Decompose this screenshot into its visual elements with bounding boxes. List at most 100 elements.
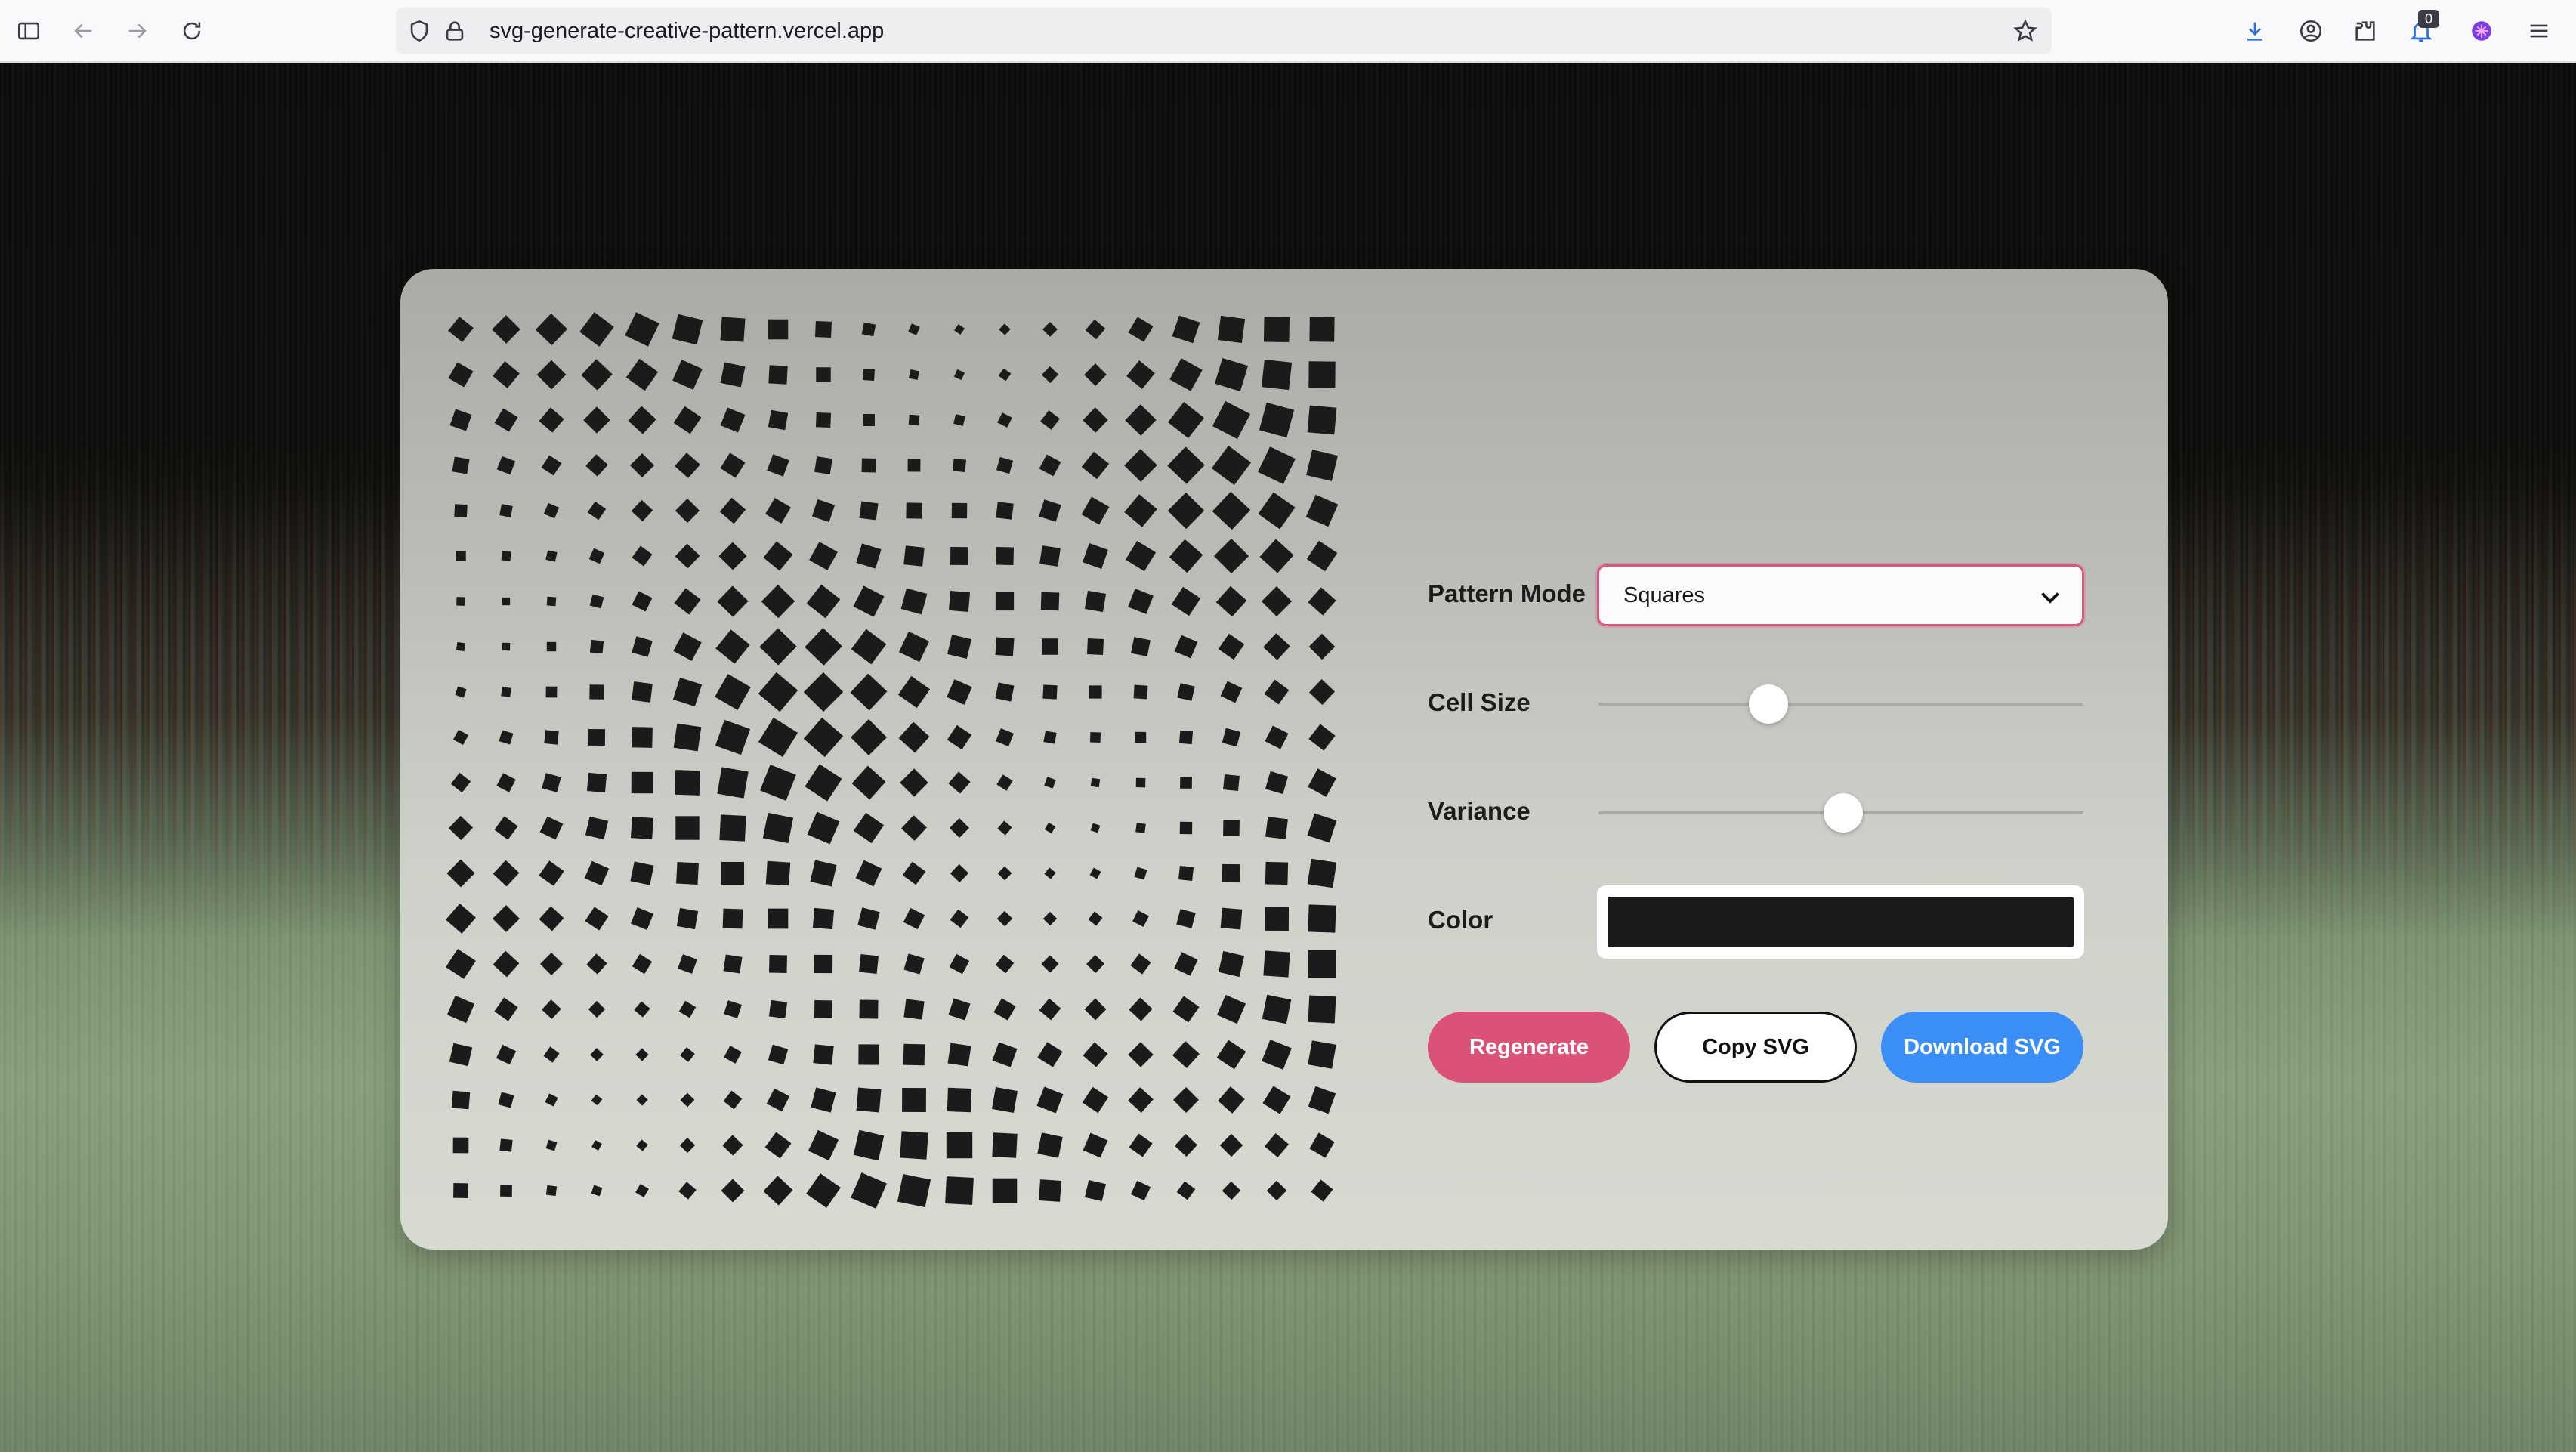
pattern-square xyxy=(630,861,654,885)
pattern-square xyxy=(1084,998,1107,1021)
pattern-square xyxy=(1039,454,1061,477)
pattern-square xyxy=(764,1132,792,1159)
pattern-square xyxy=(947,1087,972,1113)
pattern-square xyxy=(948,771,971,794)
copy-svg-button[interactable]: Copy SVG xyxy=(1654,1012,1857,1083)
pattern-square xyxy=(995,637,1015,656)
pattern-square xyxy=(1167,492,1205,530)
pattern-square xyxy=(493,905,520,932)
bookmark-star-icon[interactable] xyxy=(2009,15,2041,47)
variance-slider[interactable] xyxy=(1598,793,2083,833)
pattern-square xyxy=(1083,407,1108,433)
pattern-square xyxy=(502,642,511,651)
account-icon[interactable] xyxy=(2295,15,2327,47)
pattern-square xyxy=(1081,451,1110,480)
pattern-square xyxy=(998,368,1012,382)
pattern-square xyxy=(1213,538,1249,574)
pattern-square xyxy=(1084,590,1107,613)
cell-size-slider[interactable] xyxy=(1598,684,2083,724)
pattern-square xyxy=(629,453,655,478)
back-arrow-icon[interactable] xyxy=(67,15,99,47)
pattern-square xyxy=(951,502,968,519)
pattern-mode-select[interactable]: Squares xyxy=(1597,564,2084,626)
pattern-square xyxy=(857,907,880,930)
pattern-square xyxy=(494,816,518,840)
pattern-square xyxy=(586,953,607,975)
url-text[interactable]: svg-generate-creative-pattern.vercel.app xyxy=(490,19,884,44)
pattern-square xyxy=(996,502,1014,520)
pattern-square xyxy=(996,910,1013,927)
variance-slider-thumb[interactable] xyxy=(1824,793,1864,833)
color-picker[interactable] xyxy=(1597,885,2084,959)
download-svg-button[interactable]: Download SVG xyxy=(1881,1012,2083,1083)
pattern-square xyxy=(805,764,842,802)
pattern-square xyxy=(499,504,513,517)
pattern-square xyxy=(1083,543,1108,569)
pattern-square xyxy=(679,1137,696,1154)
pattern-square xyxy=(675,816,700,840)
pattern-square xyxy=(947,1043,971,1067)
pattern-square xyxy=(816,367,831,382)
regenerate-button[interactable]: Regenerate xyxy=(1428,1012,1630,1083)
extensions-icon[interactable] xyxy=(2349,15,2381,47)
pattern-square xyxy=(1125,540,1157,572)
pattern-square xyxy=(903,1043,925,1066)
pattern-square xyxy=(1308,724,1336,751)
pattern-square xyxy=(808,1129,839,1161)
pattern-square xyxy=(542,999,561,1019)
pattern-square xyxy=(1262,994,1292,1024)
pattern-square xyxy=(450,772,471,793)
menu-icon[interactable] xyxy=(2523,15,2555,47)
pattern-square xyxy=(494,408,518,432)
pattern-square xyxy=(1042,638,1058,655)
pattern-square xyxy=(766,1088,790,1112)
pattern-square xyxy=(452,456,470,474)
pattern-square xyxy=(768,319,789,340)
pattern-square xyxy=(1176,1181,1196,1200)
pattern-square xyxy=(446,904,476,934)
pattern-square xyxy=(1128,1087,1154,1113)
pattern-square xyxy=(1083,1042,1108,1067)
reload-icon[interactable] xyxy=(176,15,208,47)
download-icon[interactable] xyxy=(2239,15,2271,47)
pattern-square xyxy=(1308,633,1336,660)
pattern-square xyxy=(493,950,520,978)
shield-icon[interactable] xyxy=(403,15,435,47)
pattern-square xyxy=(999,323,1011,335)
pattern-square xyxy=(996,774,1013,791)
pattern-square xyxy=(589,684,604,700)
pattern-square xyxy=(1044,777,1056,789)
sidebar-toggle-icon[interactable] xyxy=(13,15,45,47)
pattern-square xyxy=(456,597,465,606)
pattern-square xyxy=(545,1093,558,1107)
pattern-square xyxy=(1175,1134,1197,1157)
pattern-square xyxy=(1262,1040,1292,1070)
pattern-square xyxy=(1089,685,1102,699)
cell-size-slider-thumb[interactable] xyxy=(1748,684,1788,724)
forward-arrow-icon[interactable] xyxy=(122,15,153,47)
pattern-square xyxy=(678,1182,697,1200)
pattern-square xyxy=(579,312,614,347)
pattern-square xyxy=(724,1046,742,1064)
pattern-square xyxy=(1262,1086,1291,1114)
pattern-square xyxy=(632,636,653,657)
pattern-square xyxy=(1174,635,1198,659)
pattern-square xyxy=(1220,681,1243,703)
pattern-square xyxy=(628,406,656,434)
pattern-square xyxy=(1174,952,1198,976)
pattern-square xyxy=(1130,1180,1151,1201)
pattern-square xyxy=(900,768,928,797)
pattern-square xyxy=(861,322,876,337)
pattern-square xyxy=(810,860,837,887)
pattern-square xyxy=(1308,1040,1336,1069)
pattern-square xyxy=(1135,823,1146,833)
pattern-square xyxy=(995,954,1015,974)
pattern-square xyxy=(768,954,788,974)
address-bar[interactable]: svg-generate-creative-pattern.vercel.app xyxy=(396,8,2052,54)
pattern-square xyxy=(949,953,970,975)
extension-flower-icon[interactable] xyxy=(2466,15,2497,47)
pattern-square xyxy=(448,815,474,841)
lock-icon[interactable] xyxy=(439,15,471,47)
pattern-square xyxy=(1169,539,1203,573)
pattern-square xyxy=(499,730,514,745)
